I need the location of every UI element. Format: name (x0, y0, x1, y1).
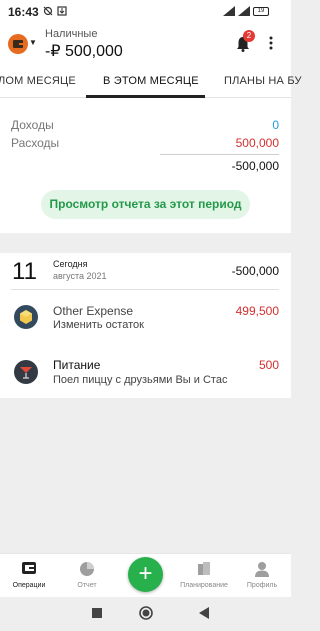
total-value: -500,000 (231, 159, 279, 173)
nav-label: Профиль (246, 582, 278, 589)
tab-last-month[interactable]: ЛОМ МЕСЯЦЕ (0, 75, 76, 87)
income-value: 0 (272, 118, 279, 132)
day-number: 11 (12, 258, 37, 285)
card-divider (11, 289, 279, 290)
status-icons-left (43, 6, 67, 16)
day-month-year: августа 2021 (53, 271, 107, 281)
day-transactions-card: 11 Сегодня августа 2021 -500,000 Other E… (0, 253, 291, 398)
tab-future-plans[interactable]: ПЛАНЫ НА БУ (224, 75, 302, 87)
add-transaction-button[interactable]: + (128, 557, 163, 592)
recents-icon[interactable] (92, 608, 102, 618)
chevron-down-icon[interactable]: ▼ (29, 38, 37, 47)
status-icons-right: 19 (223, 6, 269, 16)
wallet-icon (22, 562, 36, 574)
nav-label: Планирование (180, 582, 228, 589)
home-icon[interactable] (139, 606, 153, 620)
sync-off-icon (43, 6, 53, 16)
income-label: Доходы (11, 118, 54, 132)
signal-icon (223, 6, 235, 16)
battery-icon: 19 (253, 6, 269, 16)
download-icon (57, 6, 67, 16)
account-balance: -₽ 500,000 (45, 43, 123, 60)
status-bar: 16:43 19 (0, 0, 291, 24)
system-navigation (0, 597, 291, 631)
transaction-subtitle: Изменить остаток (53, 319, 144, 331)
planning-icon (198, 562, 210, 575)
transaction-title: Питание (53, 358, 101, 372)
period-tabs: ЛОМ МЕСЯЦЕ В ЭТОМ МЕСЯЦЕ ПЛАНЫ НА БУ (0, 66, 302, 98)
account-name: Наличные (45, 28, 98, 40)
app-header: ▼ Наличные -₽ 500,000 2 (0, 24, 291, 66)
pie-chart-icon (80, 562, 94, 576)
more-vert-icon[interactable] (268, 36, 274, 50)
profile-icon (255, 562, 269, 577)
transaction-title: Other Expense (53, 304, 134, 318)
notification-badge: 2 (243, 30, 255, 42)
transaction-subtitle: Поел пиццу с друзьями Вы и Стас (53, 374, 228, 386)
cocktail-icon (14, 360, 38, 384)
day-label: Сегодня (53, 259, 88, 269)
nav-planning[interactable]: Планирование (175, 554, 233, 598)
back-icon[interactable] (199, 607, 209, 619)
nav-profile[interactable]: Профиль (233, 554, 291, 598)
transaction-amount: 500 (258, 358, 279, 372)
expense-value: 500,000 (235, 136, 279, 150)
coins-icon (14, 305, 38, 329)
nav-operations[interactable]: Операции (0, 554, 58, 598)
expense-label: Расходы (11, 136, 60, 150)
nav-label: Отчет (77, 582, 97, 589)
nav-report[interactable]: Отчет (58, 554, 116, 598)
period-summary: Доходы 0 Расходы 500,000 -500,000 Просмо… (0, 98, 291, 233)
wallet-account-icon[interactable] (8, 34, 28, 54)
signal-2-icon (238, 6, 250, 16)
transaction-amount: 499,500 (235, 304, 279, 318)
status-time: 16:43 (8, 5, 39, 19)
tab-this-month[interactable]: В ЭТОМ МЕСЯЦЕ (103, 75, 199, 87)
nav-label: Операции (12, 582, 46, 589)
view-report-button[interactable]: Просмотр отчета за этот период (41, 190, 250, 219)
day-total: -500,000 (231, 264, 279, 278)
summary-divider (160, 154, 279, 155)
